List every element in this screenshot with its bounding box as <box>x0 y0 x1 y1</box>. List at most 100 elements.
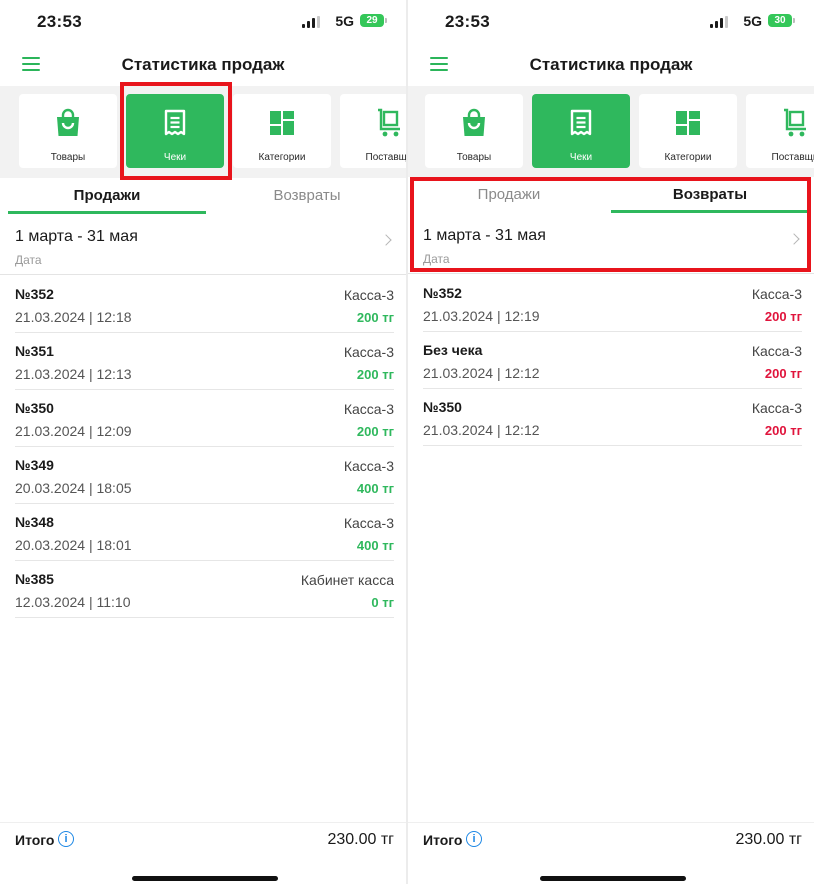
home-indicator[interactable] <box>540 876 686 881</box>
register-name: Кабинет касса <box>300 572 394 588</box>
receipt-amount: 0 тг <box>371 595 394 610</box>
list-item[interactable]: №350 21.03.2024 | 12:12 Касса-3 200 тг <box>423 389 802 446</box>
cart-icon <box>784 108 806 137</box>
receipt-number: №348 <box>15 514 54 530</box>
home-indicator[interactable] <box>132 876 278 881</box>
register-name: Касса-3 <box>751 343 802 359</box>
total-value: 230.00 тг <box>327 831 394 848</box>
total-footer: Итого i 230.00 тг <box>408 822 814 884</box>
info-icon[interactable]: i <box>58 831 74 847</box>
category-categories[interactable]: Категории <box>233 94 331 168</box>
signal-icon <box>710 16 728 28</box>
category-label: Категории <box>664 152 712 163</box>
register-name: Касса-3 <box>343 344 394 360</box>
receipt-amount: 200 тг <box>764 309 802 324</box>
battery-tip <box>793 18 795 23</box>
register-name: Касса-3 <box>751 286 802 302</box>
receipt-icon <box>570 109 592 136</box>
tab-bar: Продажи Возвраты <box>408 177 814 213</box>
receipt-amount: 200 тг <box>356 310 394 325</box>
date-range-selector[interactable]: 1 марта - 31 мая Дата <box>408 215 814 274</box>
category-strip: Товары Чеки Категории <box>408 86 814 178</box>
category-label: Товары <box>50 152 86 163</box>
category-label: Чеки <box>163 152 187 163</box>
list-item[interactable]: №349 20.03.2024 | 18:05 Касса-3 400 тг <box>15 447 394 504</box>
grid-icon <box>676 111 700 135</box>
receipt-amount: 400 тг <box>356 538 394 553</box>
category-categories[interactable]: Категории <box>639 94 737 168</box>
info-icon[interactable]: i <box>466 831 482 847</box>
category-label: Категории <box>258 152 306 163</box>
cart-icon <box>378 108 400 137</box>
receipt-number: №352 <box>423 285 462 301</box>
receipt-number: №385 <box>15 571 54 587</box>
category-label: Поставщи <box>365 152 406 163</box>
receipt-number: №350 <box>15 400 54 416</box>
app-bar: Статистика продаж <box>408 44 814 86</box>
receipt-number: №349 <box>15 457 54 473</box>
receipt-datetime: 20.03.2024 | 18:05 <box>15 480 132 496</box>
receipt-amount: 200 тг <box>764 366 802 381</box>
shopping-bag-icon <box>57 108 79 136</box>
date-range-label: Дата <box>15 253 42 267</box>
register-name: Касса-3 <box>343 401 394 417</box>
category-label: Поставщи <box>771 152 814 163</box>
receipt-datetime: 21.03.2024 | 12:12 <box>423 422 540 438</box>
category-label: Товары <box>456 152 492 163</box>
signal-icon <box>302 16 320 28</box>
category-suppliers[interactable]: Поставщи <box>340 94 406 168</box>
list-item[interactable]: №352 21.03.2024 | 12:19 Касса-3 200 тг <box>423 275 802 332</box>
category-products[interactable]: Товары <box>19 94 117 168</box>
list-item[interactable]: Без чека 21.03.2024 | 12:12 Касса-3 200 … <box>423 332 802 389</box>
receipt-icon <box>164 109 186 136</box>
grid-icon <box>270 111 294 135</box>
receipt-datetime: 21.03.2024 | 12:09 <box>15 423 132 439</box>
category-receipts[interactable]: Чеки <box>126 94 224 168</box>
status-time: 23:53 <box>37 12 82 31</box>
battery-icon: 30 <box>768 14 792 27</box>
category-receipts[interactable]: Чеки <box>532 94 630 168</box>
register-name: Касса-3 <box>751 400 802 416</box>
date-range-value: 1 марта - 31 мая <box>423 227 546 244</box>
register-name: Касса-3 <box>343 515 394 531</box>
receipt-datetime: 21.03.2024 | 12:12 <box>423 365 540 381</box>
tab-sales[interactable]: Продажи <box>8 178 206 214</box>
list-item[interactable]: №351 21.03.2024 | 12:13 Касса-3 200 тг <box>15 333 394 390</box>
receipt-number: Без чека <box>423 342 483 358</box>
network-label: 5G <box>743 13 762 29</box>
category-suppliers[interactable]: Поставщи <box>746 94 814 168</box>
date-range-value: 1 марта - 31 мая <box>15 228 138 245</box>
chevron-right-icon <box>380 234 392 246</box>
page-title: Статистика продаж <box>529 55 693 74</box>
category-label: Чеки <box>569 152 593 163</box>
total-label: Итого <box>423 832 463 848</box>
status-bar: 23:53 5G 30 <box>408 0 814 44</box>
list-item[interactable]: №350 21.03.2024 | 12:09 Касса-3 200 тг <box>15 390 394 447</box>
total-footer: Итого i 230.00 тг <box>0 822 406 884</box>
receipt-datetime: 20.03.2024 | 18:01 <box>15 537 132 553</box>
tab-returns[interactable]: Возвраты <box>208 178 406 214</box>
receipt-amount: 200 тг <box>356 367 394 382</box>
receipt-amount: 400 тг <box>356 481 394 496</box>
receipt-datetime: 12.03.2024 | 11:10 <box>15 594 131 610</box>
receipt-datetime: 21.03.2024 | 12:19 <box>423 308 540 324</box>
list-item[interactable]: №385 12.03.2024 | 11:10 Кабинет касса 0 … <box>15 561 394 618</box>
list-item[interactable]: №352 21.03.2024 | 12:18 Касса-3 200 тг <box>15 276 394 333</box>
register-name: Касса-3 <box>343 287 394 303</box>
category-products[interactable]: Товары <box>425 94 523 168</box>
receipt-datetime: 21.03.2024 | 12:13 <box>15 366 132 382</box>
status-bar: 23:53 5G 29 <box>0 0 406 44</box>
return-list: №352 21.03.2024 | 12:19 Касса-3 200 тг Б… <box>408 275 814 446</box>
receipt-number: №351 <box>15 343 54 359</box>
tab-returns[interactable]: Возвраты <box>611 177 809 213</box>
battery-tip <box>385 18 387 23</box>
network-label: 5G <box>335 13 354 29</box>
page-title: Статистика продаж <box>121 55 285 74</box>
sales-screen: 23:53 5G 29 Статистика продаж Товары Чек… <box>0 0 406 884</box>
list-item[interactable]: №348 20.03.2024 | 18:01 Касса-3 400 тг <box>15 504 394 561</box>
date-range-selector[interactable]: 1 марта - 31 мая Дата <box>0 216 406 275</box>
shopping-bag-icon <box>463 108 485 136</box>
tab-sales[interactable]: Продажи <box>410 177 608 213</box>
receipt-number: №350 <box>423 399 462 415</box>
receipt-number: №352 <box>15 286 54 302</box>
